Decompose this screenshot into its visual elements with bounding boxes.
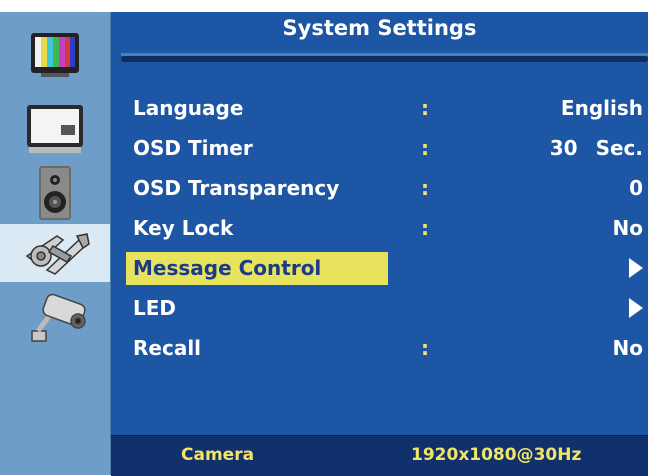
tools-icon	[25, 233, 90, 275]
menu-item-colon: :	[421, 216, 429, 240]
menu-item-colon: :	[421, 336, 429, 360]
sidebar-item-audio[interactable]	[4, 164, 106, 222]
menu-item-label: Message Control	[133, 256, 322, 280]
menu-item-osd-transparency[interactable]: OSD Transparency : 0	[121, 172, 643, 205]
menu-item-key-lock[interactable]: Key Lock : No	[121, 212, 643, 245]
sidebar	[0, 12, 111, 475]
sidebar-item-camera[interactable]	[4, 290, 106, 348]
menu-item-colon: :	[421, 136, 429, 160]
menu-item-colon: :	[421, 96, 429, 120]
menu-item-message-control[interactable]: Message Control	[121, 252, 643, 285]
osd-timer-value: 30	[549, 136, 578, 160]
signal-resolution: 1920x1080@30Hz	[411, 445, 582, 465]
menu-item-value: English	[560, 96, 643, 120]
title-bar: System Settings	[111, 12, 648, 42]
sidebar-item-picture[interactable]	[4, 26, 106, 84]
menu-item-value: No	[612, 216, 643, 240]
monitor-icon	[27, 105, 83, 153]
sidebar-item-system[interactable]	[0, 224, 110, 282]
main-panel: System Settings Language : English OSD T…	[111, 12, 648, 476]
menu-item-label: OSD Transparency	[133, 176, 340, 200]
menu-item-colon: :	[421, 176, 429, 200]
menu-item-label: Language	[133, 96, 244, 120]
cctv-camera-icon	[31, 293, 86, 342]
status-bar: Camera 1920x1080@30Hz	[111, 435, 648, 476]
osd-window: System Settings Language : English OSD T…	[0, 12, 648, 476]
menu-item-label: Key Lock	[133, 216, 234, 240]
menu-item-osd-timer[interactable]: OSD Timer : 30 Sec.	[121, 132, 643, 165]
menu-item-led[interactable]: LED	[121, 292, 643, 325]
input-source: Camera	[181, 445, 255, 465]
menu-item-label: Recall	[133, 336, 202, 360]
submenu-arrow-icon	[629, 298, 643, 318]
sidebar-item-display[interactable]	[4, 100, 106, 158]
menu-item-language[interactable]: Language : English	[121, 92, 643, 125]
menu-item-value: 30 Sec.	[550, 136, 643, 160]
page-title: System Settings	[282, 16, 477, 40]
menu-item-value: No	[612, 336, 643, 360]
menu-item-label: OSD Timer	[133, 136, 253, 160]
menu-item-label: LED	[133, 296, 177, 320]
tv-color-bars-icon	[31, 33, 79, 77]
menu-item-recall[interactable]: Recall : No	[121, 332, 643, 365]
osd-timer-unit: Sec.	[595, 136, 643, 160]
title-divider	[121, 53, 648, 62]
submenu-arrow-icon	[629, 258, 643, 278]
speaker-icon	[39, 166, 71, 220]
menu-item-value: 0	[629, 176, 643, 200]
